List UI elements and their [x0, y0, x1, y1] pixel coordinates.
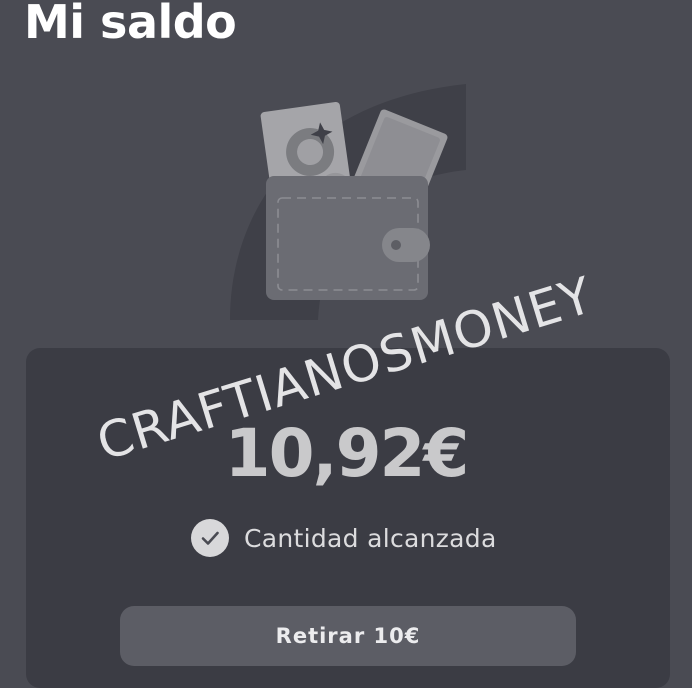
status-row: Cantidad alcanzada: [190, 516, 497, 560]
page-title: Mi saldo: [24, 0, 237, 49]
status-text: Cantidad alcanzada: [244, 523, 497, 553]
balance-amount: 10,92€: [224, 415, 470, 492]
withdraw-button[interactable]: Retirar 10€: [120, 606, 576, 666]
check-circle-icon: [191, 519, 229, 557]
wallet-with-banknotes-icon: [230, 84, 466, 320]
